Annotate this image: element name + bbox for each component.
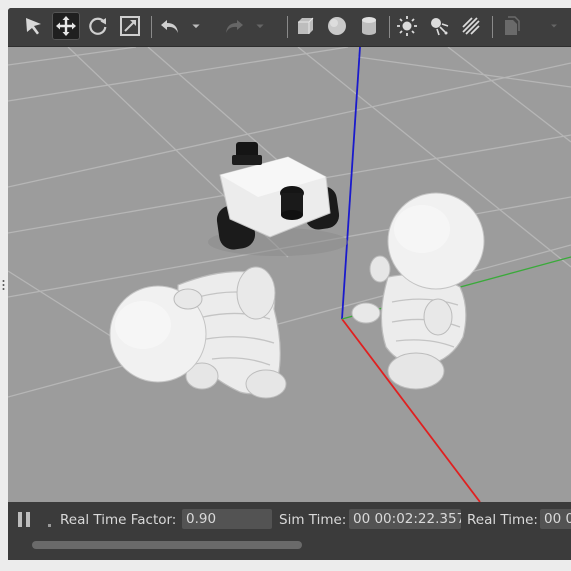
redo-button[interactable] xyxy=(220,12,248,40)
toolbar-separator xyxy=(492,16,493,38)
select-mode-button[interactable] xyxy=(20,12,48,40)
real-time-label: Real Time: xyxy=(467,512,538,528)
sphere-shape-icon xyxy=(328,17,346,35)
toolbar xyxy=(8,8,571,47)
directional-light-button[interactable] xyxy=(457,12,485,40)
redo-dropdown[interactable] xyxy=(252,12,268,40)
sim-time-field: 00 00:02:22.357 xyxy=(349,509,461,529)
cylinder-shape-icon xyxy=(362,17,376,35)
pause-button[interactable] xyxy=(16,510,34,528)
gazebo-window: Real Time Factor: 0.90 Sim Time: 00 00:0… xyxy=(8,8,571,560)
box-shape-button[interactable] xyxy=(291,12,319,40)
redo-icon xyxy=(226,20,243,33)
real-time-factor-field: 0.90 xyxy=(182,509,272,529)
toolbar-overflow[interactable] xyxy=(546,12,562,40)
scene-render xyxy=(8,47,571,502)
toolbar-separator xyxy=(389,16,390,38)
3d-viewport[interactable] xyxy=(8,47,571,502)
status-bar: Real Time Factor: 0.90 Sim Time: 00 00:0… xyxy=(8,502,571,560)
chevron-down-icon xyxy=(551,24,557,28)
toolbar-separator xyxy=(151,16,152,38)
point-light-icon xyxy=(397,16,417,36)
spot-light-icon xyxy=(431,18,449,36)
select-mode-icon xyxy=(26,18,41,35)
sim-time-label: Sim Time: xyxy=(279,512,347,528)
copy-icon xyxy=(505,16,520,35)
undo-dropdown-icon xyxy=(192,24,200,29)
copy-button[interactable] xyxy=(497,12,525,40)
directional-light-icon xyxy=(462,17,480,35)
rotate-mode-button[interactable] xyxy=(84,12,112,40)
undo-icon xyxy=(161,20,178,33)
cylinder-shape-button[interactable] xyxy=(355,12,383,40)
status-dot xyxy=(48,524,51,527)
real-time-factor-label: Real Time Factor: xyxy=(60,512,177,528)
translate-mode-button[interactable] xyxy=(52,12,80,40)
scale-mode-button[interactable] xyxy=(116,12,144,40)
real-time-field: 00 0 xyxy=(540,509,571,529)
side-panel-handle[interactable] xyxy=(0,278,7,292)
scale-mode-icon xyxy=(120,16,140,36)
translate-mode-icon xyxy=(56,16,76,36)
pause-icon xyxy=(18,512,22,527)
spot-light-button[interactable] xyxy=(425,12,453,40)
box-shape-icon xyxy=(298,17,314,34)
point-light-button[interactable] xyxy=(393,12,421,40)
horizontal-scrollbar[interactable] xyxy=(32,541,302,549)
toolbar-separator xyxy=(287,16,288,38)
undo-button[interactable] xyxy=(156,12,184,40)
sphere-shape-button[interactable] xyxy=(323,12,351,40)
rotate-mode-icon xyxy=(89,17,107,35)
redo-dropdown-icon xyxy=(256,24,264,29)
undo-dropdown[interactable] xyxy=(188,12,204,40)
